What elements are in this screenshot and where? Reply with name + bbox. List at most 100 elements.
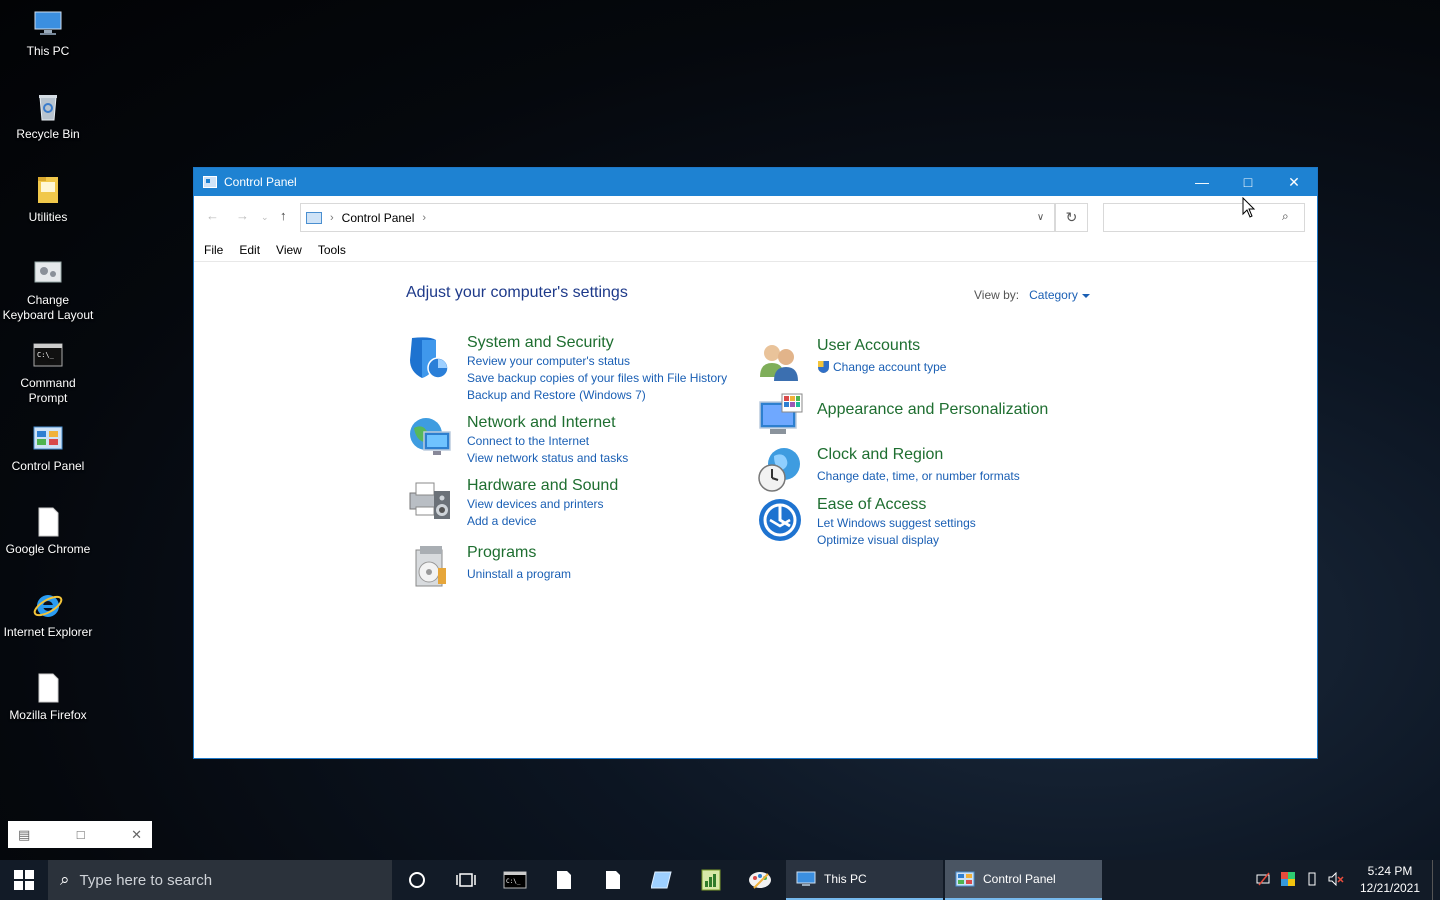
programs-disc-icon[interactable] — [406, 544, 454, 592]
link-add-device[interactable]: Add a device — [467, 514, 536, 528]
usb-device-icon[interactable] — [1300, 872, 1324, 889]
users-icon[interactable] — [756, 337, 804, 385]
terminal-icon[interactable]: C:\_ — [490, 860, 539, 900]
clock-globe-icon[interactable] — [756, 446, 804, 494]
category-ease-of-access: Ease of Access Let Windows suggest setti… — [756, 496, 1096, 552]
control-panel-icon — [203, 176, 217, 188]
back-arrow-icon[interactable]: ← — [206, 208, 219, 223]
color-display-icon[interactable] — [1276, 871, 1300, 889]
link-connect-internet[interactable]: Connect to the Internet — [467, 434, 589, 448]
menu-tools[interactable]: Tools — [312, 243, 352, 257]
control-panel-content: Adjust your computer's settings View by:… — [194, 262, 1317, 759]
search-input[interactable] — [1103, 203, 1305, 232]
search-icon[interactable]: ⌕ — [1282, 209, 1289, 224]
category-title[interactable]: Network and Internet — [467, 414, 616, 432]
restore-icon[interactable]: ▤ — [18, 827, 30, 843]
shield-icon[interactable] — [406, 334, 454, 382]
menu-file[interactable]: File — [198, 243, 229, 257]
breadcrumb-control-panel[interactable]: Control Panel — [342, 211, 415, 225]
taskbar-search-box[interactable]: ⌕ Type here to search — [48, 860, 392, 900]
menu-view[interactable]: View — [270, 243, 308, 257]
desktop-icon-this-pc[interactable]: This PC — [0, 8, 96, 59]
desktop-icon-control-panel[interactable]: Control Panel — [0, 423, 96, 474]
taskbar-app-this-pc[interactable]: This PC — [786, 860, 943, 900]
folder-icon — [32, 174, 64, 206]
file-icon[interactable] — [588, 860, 637, 900]
category-title[interactable]: Hardware and Sound — [467, 477, 618, 495]
notepad-icon[interactable] — [637, 860, 686, 900]
control-panel-icon — [32, 423, 64, 455]
desktop-icon-internet-explorer[interactable]: Internet Explorer — [0, 589, 96, 640]
category-title[interactable]: System and Security — [467, 334, 614, 352]
desktop-icon-utilities[interactable]: Utilities — [0, 174, 96, 225]
maximize-button[interactable]: □ — [1225, 168, 1271, 196]
paint-icon[interactable] — [735, 860, 784, 900]
window-titlebar[interactable]: Control Panel — □ ✕ — [194, 168, 1317, 196]
chart-document-icon[interactable] — [686, 860, 735, 900]
link-file-history[interactable]: Save backup copies of your files with Fi… — [467, 371, 727, 385]
ease-of-access-icon[interactable] — [756, 496, 804, 544]
minimize-button[interactable]: — — [1179, 168, 1225, 196]
start-button[interactable] — [0, 860, 48, 900]
address-dropdown-chevron-icon[interactable]: ∨ — [1027, 204, 1055, 231]
category-network-internet: Network and Internet Connect to the Inte… — [406, 414, 736, 470]
globe-network-icon[interactable] — [406, 414, 454, 462]
address-bar[interactable]: › Control Panel › ∨ — [300, 203, 1056, 232]
category-appearance-personalization: Appearance and Personalization — [756, 392, 1096, 440]
taskbar-app-control-panel[interactable]: Control Panel — [945, 860, 1102, 900]
up-arrow-icon[interactable]: ↑ — [280, 208, 287, 223]
minimized-window-controls[interactable]: ▤ □ ✕ — [8, 821, 152, 848]
file-icon — [32, 672, 64, 704]
category-user-accounts: User Accounts Change account type — [756, 337, 1086, 387]
link-network-status[interactable]: View network status and tasks — [467, 451, 628, 465]
forward-arrow-icon[interactable]: → — [236, 208, 249, 223]
cortana-icon[interactable] — [392, 860, 441, 900]
desktop-icon-command-prompt[interactable]: C:\_ Command Prompt — [0, 340, 96, 406]
task-view-icon[interactable] — [441, 860, 490, 900]
recent-locations-chevron-icon[interactable]: ⌄ — [261, 212, 269, 223]
breadcrumb-separator-icon[interactable]: › — [422, 212, 426, 224]
close-icon[interactable]: ✕ — [131, 827, 142, 843]
menu-edit[interactable]: Edit — [233, 243, 266, 257]
maximize-icon[interactable]: □ — [77, 827, 85, 842]
printer-speaker-icon[interactable] — [406, 477, 454, 525]
terminal-icon: C:\_ — [32, 340, 64, 372]
link-suggest-settings[interactable]: Let Windows suggest settings — [817, 516, 976, 530]
network-icon[interactable] — [1252, 872, 1276, 889]
dropdown-caret-icon[interactable] — [1081, 293, 1090, 298]
desktop-icon-keyboard-layout[interactable]: Change Keyboard Layout — [0, 257, 96, 323]
file-icon[interactable] — [539, 860, 588, 900]
link-change-account-type[interactable]: Change account type — [833, 360, 946, 374]
view-by-dropdown[interactable]: Category — [1029, 288, 1078, 302]
category-title[interactable]: Programs — [467, 544, 536, 562]
keyboard-settings-icon — [32, 257, 64, 289]
category-title[interactable]: Ease of Access — [817, 496, 926, 514]
category-title[interactable]: Clock and Region — [817, 446, 943, 464]
volume-muted-icon[interactable] — [1324, 871, 1348, 889]
link-change-formats[interactable]: Change date, time, or number formats — [817, 469, 1020, 483]
taskbar-clock[interactable]: 5:24 PM 12/21/2021 — [1348, 863, 1432, 897]
link-review-status[interactable]: Review your computer's status — [467, 354, 630, 368]
close-button[interactable]: ✕ — [1271, 168, 1317, 196]
link-optimize-display[interactable]: Optimize visual display — [817, 533, 939, 547]
category-programs: Programs Uninstall a program — [406, 544, 736, 594]
desktop-icon-label: Command Prompt — [20, 376, 76, 405]
monitor-palette-icon[interactable] — [756, 392, 804, 440]
desktop-icon-google-chrome[interactable]: Google Chrome — [0, 506, 96, 557]
view-by-label: View by: — [974, 288, 1020, 302]
recycle-bin-icon — [32, 91, 64, 123]
link-backup-restore[interactable]: Backup and Restore (Windows 7) — [467, 388, 646, 402]
breadcrumb-separator-icon[interactable]: › — [330, 212, 334, 224]
category-title[interactable]: Appearance and Personalization — [817, 401, 1048, 419]
link-uninstall-program[interactable]: Uninstall a program — [467, 567, 571, 581]
desktop-icon-mozilla-firefox[interactable]: Mozilla Firefox — [0, 672, 96, 723]
control-panel-icon — [955, 871, 975, 887]
view-by: View by: Category — [974, 288, 1090, 302]
refresh-button[interactable]: ↻ — [1056, 203, 1088, 232]
category-title[interactable]: User Accounts — [817, 337, 920, 355]
desktop-icon-recycle-bin[interactable]: Recycle Bin — [0, 91, 96, 142]
computer-icon — [32, 8, 64, 40]
link-devices-printers[interactable]: View devices and printers — [467, 497, 604, 511]
taskbar-app-label: This PC — [824, 872, 867, 886]
show-desktop-button[interactable] — [1432, 860, 1440, 900]
